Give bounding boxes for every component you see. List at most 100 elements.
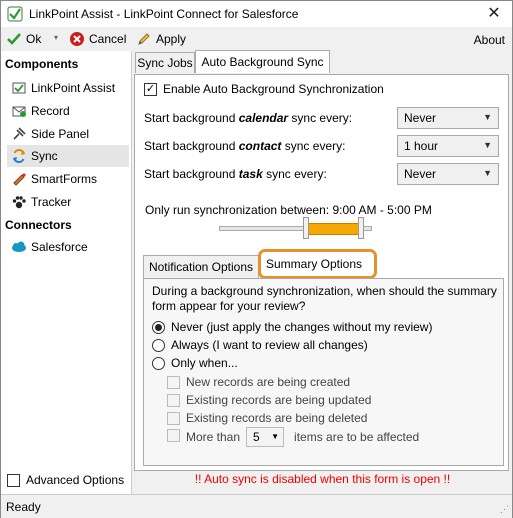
ok-button[interactable]: Ok xyxy=(6,30,41,48)
sidebar-item-label: Salesforce xyxy=(31,240,88,254)
sidebar-item-salesforce[interactable]: Salesforce xyxy=(7,236,129,258)
tab-label: Sync Jobs xyxy=(137,56,193,70)
pencil-icon xyxy=(138,33,150,45)
condition-label: Existing records are being updated xyxy=(186,393,372,407)
radio-label: Never (just apply the changes without my… xyxy=(171,320,433,334)
select-value: 5 xyxy=(253,430,260,444)
auto-sync-warning: !! Auto sync is disabled when this form … xyxy=(194,472,451,486)
linkpoint-app-icon xyxy=(7,6,23,22)
about-link[interactable]: About xyxy=(474,33,505,47)
cancel-icon xyxy=(70,32,84,46)
resize-grip-icon[interactable]: ⋰ xyxy=(500,504,509,515)
linkpoint-icon xyxy=(12,82,26,94)
label-emphasis: contact xyxy=(238,139,282,153)
sidebar-item-label: Side Panel xyxy=(31,127,90,141)
chevron-down-icon: ▼ xyxy=(483,140,492,150)
sync-icon xyxy=(13,148,25,164)
toolbar: Ok ▾ Cancel Apply About xyxy=(1,27,512,51)
apply-button[interactable]: Apply xyxy=(136,30,186,48)
close-icon[interactable]: ✕ xyxy=(484,4,504,24)
salesforce-cloud-icon xyxy=(12,241,26,252)
tab-summary-options[interactable]: Summary Options xyxy=(258,249,377,279)
dropdown-arrow-icon[interactable]: ▾ xyxy=(54,33,62,45)
radio-button[interactable] xyxy=(152,320,165,334)
title-bar: LinkPoint Assist - LinkPoint Connect for… xyxy=(1,1,512,27)
cancel-label: Cancel xyxy=(89,32,127,46)
checkbox-box[interactable] xyxy=(167,411,180,425)
app-window: LinkPoint Assist - LinkPoint Connect for… xyxy=(0,0,513,518)
condition-deleted-records-checkbox[interactable]: Existing records are being deleted xyxy=(167,411,367,425)
summary-options-panel: During a background synchronization, whe… xyxy=(143,278,504,466)
window-title: LinkPoint Assist - LinkPoint Connect for… xyxy=(29,7,299,21)
side-panel-icon xyxy=(13,127,26,140)
radio-button[interactable] xyxy=(152,338,165,352)
select-value: 1 hour xyxy=(404,139,439,153)
tab-label: Summary Options xyxy=(266,257,363,271)
advanced-options-checkbox[interactable]: Advanced Options xyxy=(7,473,124,487)
tab-label: Notification Options xyxy=(148,260,254,274)
checkmark-icon xyxy=(7,33,21,45)
status-bar: Ready ⋰ xyxy=(1,494,512,518)
more-than-prefix: More than xyxy=(186,430,241,444)
condition-updated-records-checkbox[interactable]: Existing records are being updated xyxy=(167,393,371,407)
chevron-down-icon: ▼ xyxy=(483,112,492,122)
checkbox-box[interactable] xyxy=(167,428,180,442)
contact-sync-select[interactable]: 1 hour ▼ xyxy=(397,135,499,157)
condition-more-than-checkbox[interactable]: More than 5 ▼ items are to be affected xyxy=(167,427,419,447)
select-value: Never xyxy=(404,111,437,125)
chevron-down-icon: ▼ xyxy=(271,432,280,441)
checkbox-box[interactable]: ✓ xyxy=(144,82,157,96)
radio-button[interactable] xyxy=(152,356,165,370)
condition-label: New records are being created xyxy=(186,375,351,389)
item-count-select[interactable]: 5 ▼ xyxy=(246,427,285,447)
connectors-header: Connectors xyxy=(5,218,72,232)
select-value: Never xyxy=(404,167,437,181)
sidebar-item-side-panel[interactable]: Side Panel xyxy=(7,123,129,145)
label-emphasis: calendar xyxy=(238,111,289,125)
enable-auto-sync-checkbox[interactable]: ✓ Enable Auto Background Synchronization xyxy=(144,82,384,96)
sidebar: Components LinkPoint Assist Record Side … xyxy=(1,51,132,494)
tracker-icon xyxy=(12,196,26,209)
checkbox-box[interactable] xyxy=(167,375,180,389)
window-value-text: 9:00 AM - 5:00 PM xyxy=(332,203,432,217)
label-prefix: Start background xyxy=(144,167,239,181)
label-suffix: sync every: xyxy=(281,139,346,153)
time-range-fill xyxy=(307,223,359,235)
radio-never[interactable]: Never (just apply the changes without my… xyxy=(152,320,432,334)
radio-label: Always (I want to review all changes) xyxy=(171,338,368,352)
window-label-text: Only run synchronization between: xyxy=(145,203,330,217)
sidebar-item-label: Record xyxy=(31,104,70,118)
radio-always[interactable]: Always (I want to review all changes) xyxy=(152,338,368,352)
radio-only-when[interactable]: Only when... xyxy=(152,356,238,370)
components-header: Components xyxy=(5,57,79,71)
sidebar-item-label: Tracker xyxy=(31,195,72,209)
range-end-handle[interactable] xyxy=(358,217,364,239)
sidebar-item-linkpoint-assist[interactable]: LinkPoint Assist xyxy=(7,77,129,99)
sidebar-item-sync[interactable]: Sync xyxy=(7,145,129,167)
status-text: Ready xyxy=(6,500,41,514)
label-prefix: Start background xyxy=(144,111,239,125)
tab-auto-background-sync[interactable]: Auto Background Sync xyxy=(195,50,330,73)
apply-label: Apply xyxy=(156,32,187,46)
task-sync-select[interactable]: Never ▼ xyxy=(397,163,499,185)
tab-notification-options[interactable]: Notification Options xyxy=(143,255,259,278)
cancel-button[interactable]: Cancel xyxy=(69,30,126,48)
ok-label: Ok xyxy=(26,32,42,46)
calendar-sync-select[interactable]: Never ▼ xyxy=(397,107,499,129)
checkbox-box[interactable] xyxy=(7,473,20,487)
label-suffix: sync every: xyxy=(262,167,327,181)
sidebar-item-tracker[interactable]: Tracker xyxy=(7,191,129,213)
range-start-handle[interactable] xyxy=(303,217,309,239)
condition-new-records-checkbox[interactable]: New records are being created xyxy=(167,375,350,389)
sidebar-item-smartforms[interactable]: SmartForms xyxy=(7,168,129,190)
tab-sync-jobs[interactable]: Sync Jobs xyxy=(135,52,195,73)
calendar-sync-label: Start background calendar sync every: xyxy=(144,111,352,125)
label-prefix: Start background xyxy=(144,139,239,153)
sidebar-item-record[interactable]: Record xyxy=(7,100,129,122)
record-icon xyxy=(12,106,26,117)
sidebar-item-label: SmartForms xyxy=(31,172,97,186)
checkbox-box[interactable] xyxy=(167,393,180,407)
advanced-options-label: Advanced Options xyxy=(26,473,125,487)
label-suffix: sync every: xyxy=(288,111,353,125)
task-sync-label: Start background task sync every: xyxy=(144,167,327,181)
